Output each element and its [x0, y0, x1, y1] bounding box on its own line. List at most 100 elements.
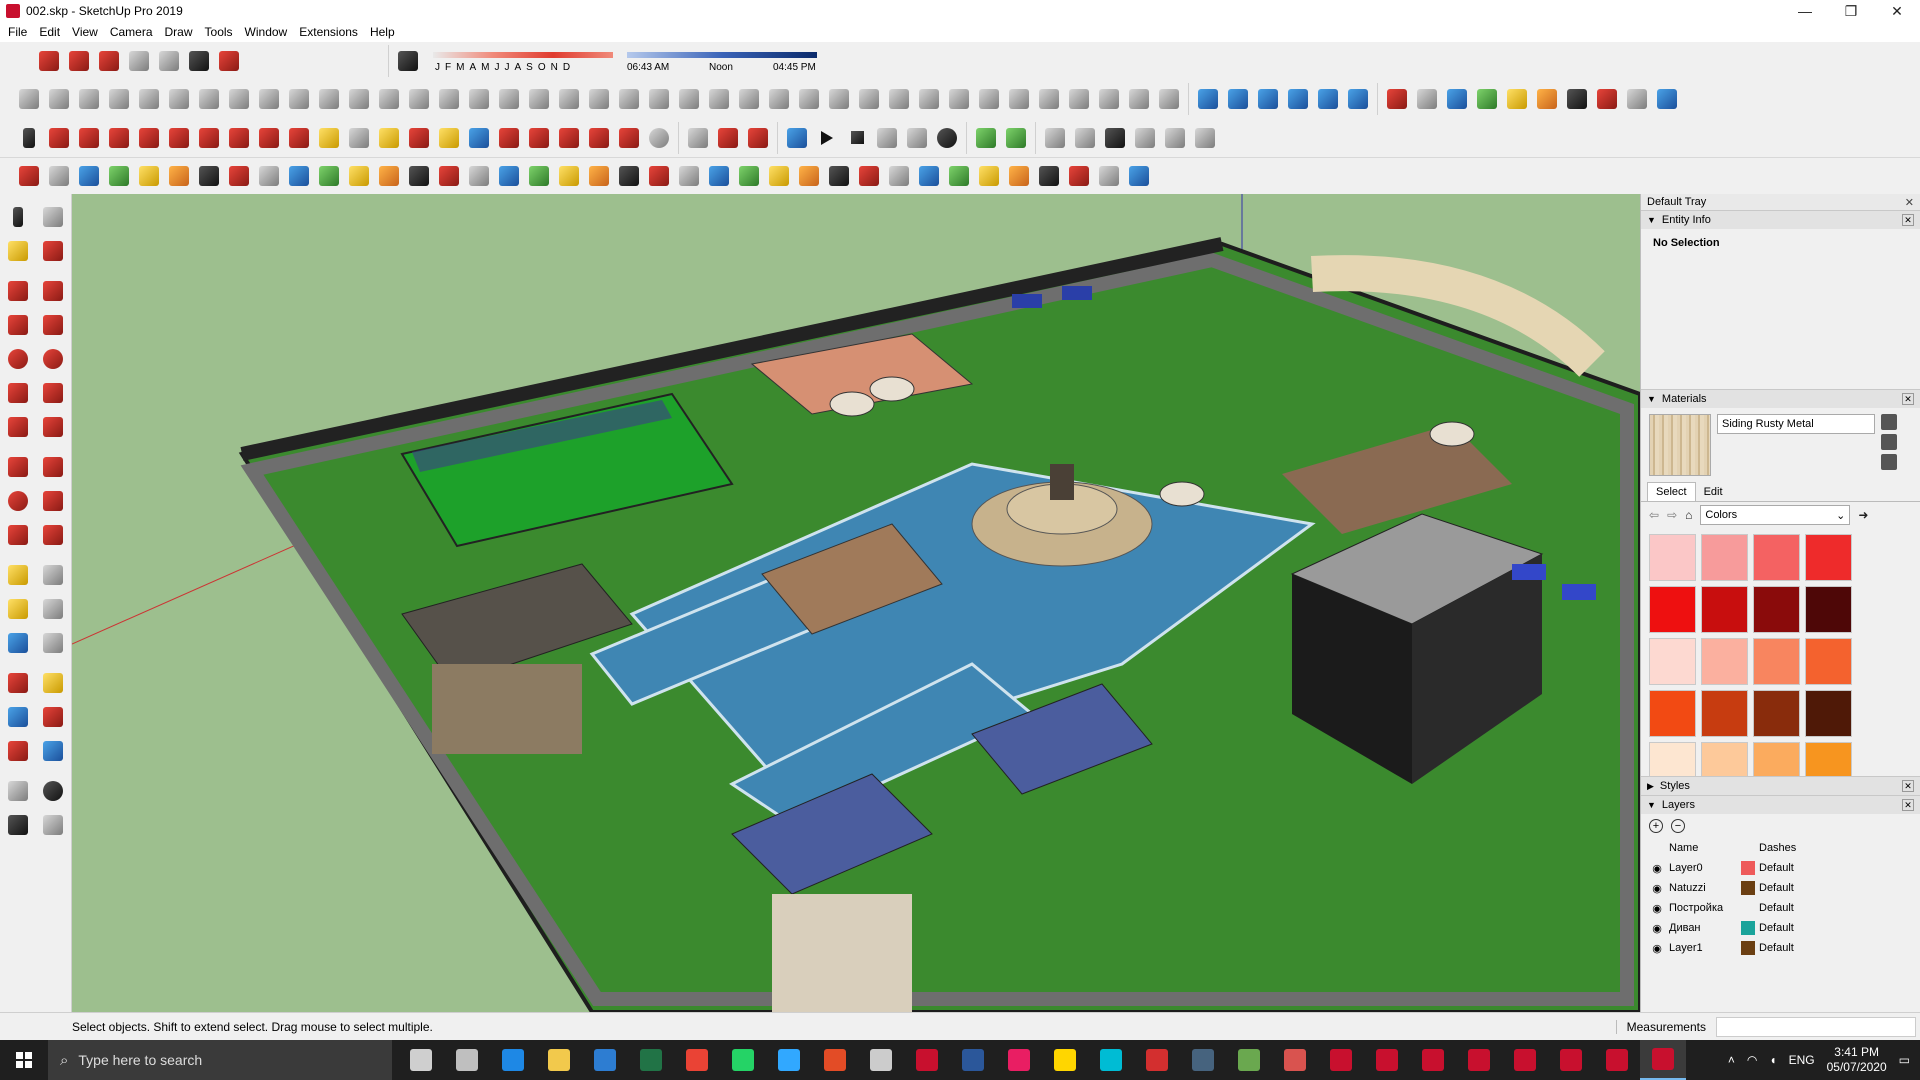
extension-tool-button[interactable]	[554, 84, 584, 114]
color-swatch[interactable]	[1649, 534, 1696, 581]
move-tool-button[interactable]	[224, 123, 254, 153]
house-button[interactable]	[1100, 123, 1130, 153]
color-swatch[interactable]	[1805, 638, 1852, 685]
extension-tool-button[interactable]	[314, 84, 344, 114]
view-style-button[interactable]	[1253, 84, 1283, 114]
extension-tool-button[interactable]	[974, 84, 1004, 114]
taskbar-app-sketchup[interactable]	[1640, 1040, 1686, 1080]
menu-edit[interactable]: Edit	[35, 25, 68, 39]
text-tool-button[interactable]	[344, 123, 374, 153]
extension-tool-button[interactable]	[254, 84, 284, 114]
layer-color[interactable]	[1741, 881, 1759, 895]
sandbox-from-contours-button[interactable]	[971, 123, 1001, 153]
taskbar-app-sketchup[interactable]	[1364, 1040, 1410, 1080]
tool-button[interactable]	[1124, 161, 1154, 191]
taskbar-app-app[interactable]	[1088, 1040, 1134, 1080]
panel-close-icon[interactable]: ✕	[1902, 214, 1914, 226]
panel-close-icon[interactable]: ✕	[1902, 393, 1914, 405]
plugin-tool-button[interactable]	[1412, 84, 1442, 114]
taskbar-app-sticky-notes[interactable]	[1042, 1040, 1088, 1080]
color-swatch[interactable]	[1649, 638, 1696, 685]
layer-row[interactable]: ◉ Layer0 Default	[1645, 858, 1916, 878]
layer-dash[interactable]: Default	[1759, 942, 1859, 954]
stop-button[interactable]	[842, 123, 872, 153]
color-swatch[interactable]	[1649, 690, 1696, 737]
taskbar-app-sketchup[interactable]	[1502, 1040, 1548, 1080]
zoom-tool-button[interactable]	[464, 123, 494, 153]
tape-measure-button[interactable]	[314, 123, 344, 153]
section-fill-button[interactable]	[743, 123, 773, 153]
plugin-tool-button[interactable]	[1562, 84, 1592, 114]
tool-button[interactable]	[314, 161, 344, 191]
color-swatch[interactable]	[1701, 534, 1748, 581]
tool-button[interactable]	[464, 161, 494, 191]
layer-row[interactable]: ◉ Постройка Default	[1645, 898, 1916, 918]
modeling-viewport[interactable]	[72, 194, 1640, 1012]
tool-button[interactable]	[734, 161, 764, 191]
view-style-button[interactable]	[1193, 84, 1223, 114]
layer-color[interactable]	[1741, 861, 1759, 875]
tool-button[interactable]	[254, 161, 284, 191]
plugin-tool-button[interactable]	[1532, 84, 1562, 114]
close-button[interactable]: ✕	[1874, 0, 1920, 22]
chevron-up-icon[interactable]: ˄	[1728, 1053, 1735, 1067]
layer-dash[interactable]: Default	[1759, 882, 1859, 894]
zoom-extents-button[interactable]	[494, 123, 524, 153]
color-swatch[interactable]	[1649, 586, 1696, 633]
previous-view-button[interactable]	[38, 736, 68, 766]
3d-text-button[interactable]	[38, 628, 68, 658]
right-view-button[interactable]	[124, 46, 154, 76]
plugin-tool-button[interactable]	[1652, 84, 1682, 114]
home-icon[interactable]: ⌂	[1685, 508, 1692, 522]
extension-tool-button[interactable]	[914, 84, 944, 114]
tool-button[interactable]	[494, 161, 524, 191]
push-pull-button[interactable]	[38, 452, 68, 482]
components-button[interactable]	[1040, 123, 1070, 153]
send-to-layout-button[interactable]	[584, 123, 614, 153]
paint-bucket-button[interactable]	[374, 123, 404, 153]
orbit-tool-button[interactable]	[3, 668, 33, 698]
extension-tool-button[interactable]	[464, 84, 494, 114]
color-swatch[interactable]	[1753, 586, 1800, 633]
taskbar-app-chrome[interactable]	[674, 1040, 720, 1080]
color-swatch[interactable]	[1805, 742, 1852, 776]
extension-tool-button[interactable]	[134, 84, 164, 114]
layer-color[interactable]	[1741, 921, 1759, 935]
tool-button[interactable]	[164, 161, 194, 191]
taskbar-app-app[interactable]	[1226, 1040, 1272, 1080]
freehand-tool-button[interactable]	[38, 276, 68, 306]
tool-button[interactable]	[824, 161, 854, 191]
extension-tool-button[interactable]	[284, 84, 314, 114]
tool-button[interactable]	[344, 161, 374, 191]
extension-tool-button[interactable]	[704, 84, 734, 114]
tab-edit[interactable]: Edit	[1696, 483, 1731, 501]
layer-color[interactable]	[1741, 941, 1759, 955]
rotated-rectangle-button[interactable]	[38, 310, 68, 340]
tool-button[interactable]	[914, 161, 944, 191]
color-swatch[interactable]	[1805, 690, 1852, 737]
pan-tool-button[interactable]	[38, 668, 68, 698]
dimension-tool-button[interactable]	[38, 560, 68, 590]
taskbar-app-app[interactable]	[812, 1040, 858, 1080]
plugin-tool-button[interactable]	[1382, 84, 1412, 114]
extension-tool-button[interactable]	[374, 84, 404, 114]
layer-dash[interactable]: Default	[1759, 862, 1859, 874]
layer-name[interactable]: Диван	[1669, 922, 1741, 934]
tool-button[interactable]	[794, 161, 824, 191]
menu-window[interactable]: Window	[241, 25, 296, 39]
lumion-livesync-button[interactable]	[782, 123, 812, 153]
sync-in-button[interactable]	[902, 123, 932, 153]
tray-close-icon[interactable]: ✕	[1905, 196, 1914, 209]
tool-button[interactable]	[44, 161, 74, 191]
sandbox-scratch-button[interactable]	[1001, 123, 1031, 153]
remove-layer-icon[interactable]: −	[1671, 819, 1685, 833]
tool-button[interactable]	[194, 161, 224, 191]
extension-tool-button[interactable]	[494, 84, 524, 114]
eye-icon[interactable]: ◉	[1645, 942, 1669, 955]
volume-icon[interactable]: ◖	[1769, 1053, 1776, 1067]
push-pull-button[interactable]	[164, 123, 194, 153]
look-around-button[interactable]	[38, 776, 68, 806]
tool-button[interactable]	[944, 161, 974, 191]
home-button[interactable]	[1160, 123, 1190, 153]
rectangle-tool-button[interactable]	[3, 310, 33, 340]
